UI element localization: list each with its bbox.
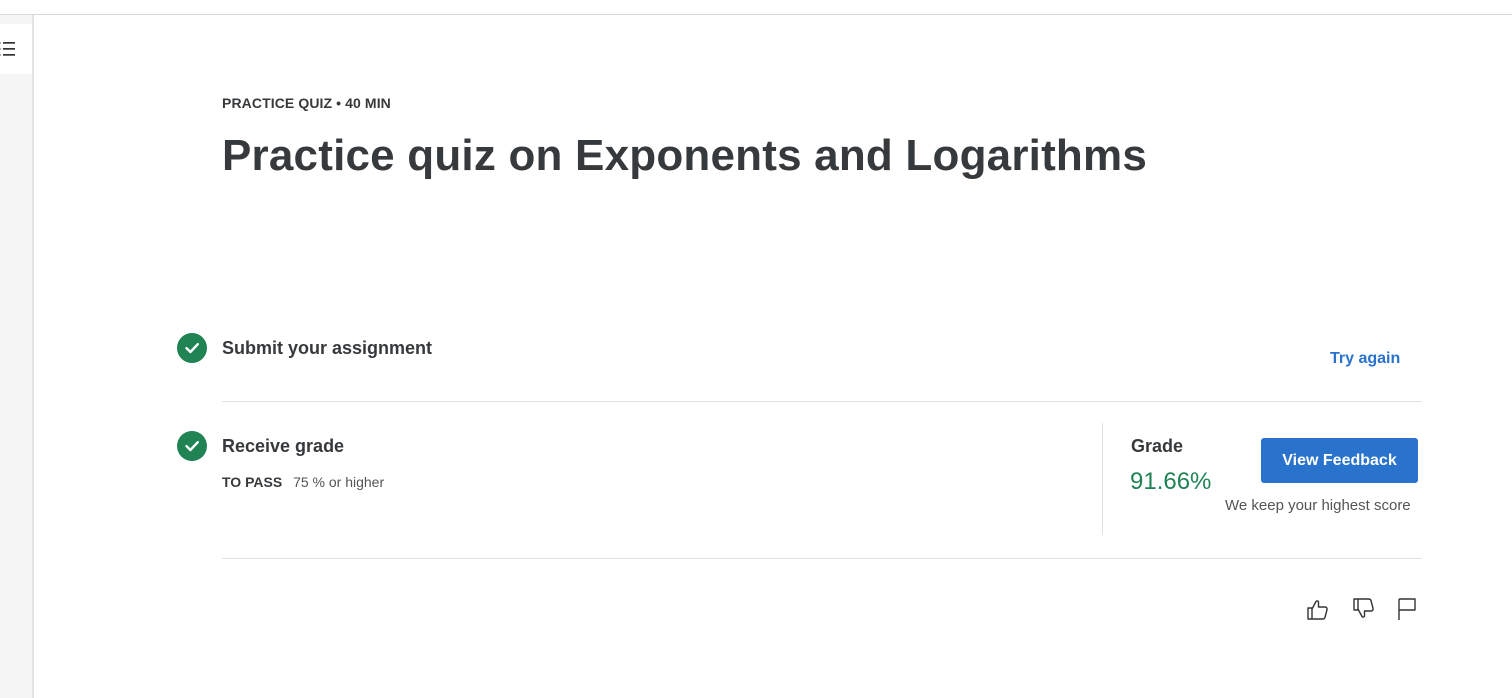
pass-value: 75 % or higher bbox=[293, 474, 385, 490]
menu-toggle-button[interactable] bbox=[0, 24, 32, 74]
pass-label: TO PASS bbox=[222, 474, 283, 490]
quiz-type-label: PRACTICE QUIZ • 40 MIN bbox=[222, 95, 391, 111]
grade-label: Grade bbox=[1131, 436, 1184, 456]
receive-grade-title: Receive grade bbox=[222, 436, 345, 456]
page-title: Practice quiz on Exponents and Logarithm… bbox=[222, 131, 1148, 180]
left-sidebar bbox=[0, 15, 34, 698]
checkmark-icon bbox=[177, 431, 207, 461]
try-again-link[interactable]: Try again bbox=[1330, 350, 1400, 368]
section-divider bbox=[222, 558, 1422, 559]
checkmark-icon bbox=[177, 333, 207, 363]
thumbs-up-icon[interactable] bbox=[1302, 594, 1332, 624]
grade-value: 91.66% bbox=[1130, 468, 1212, 495]
list-menu-icon bbox=[0, 39, 19, 59]
submit-assignment-title: Submit your assignment bbox=[222, 338, 433, 358]
top-border bbox=[0, 14, 1512, 15]
grade-separator bbox=[1102, 423, 1103, 535]
highest-score-note: We keep your highest score bbox=[1225, 497, 1411, 514]
flag-icon[interactable] bbox=[1392, 594, 1422, 624]
passing-requirement: TO PASS 75 % or higher bbox=[222, 474, 384, 490]
view-feedback-button[interactable]: View Feedback bbox=[1261, 438, 1418, 483]
thumbs-down-icon[interactable] bbox=[1348, 594, 1378, 624]
section-divider bbox=[222, 401, 1422, 402]
